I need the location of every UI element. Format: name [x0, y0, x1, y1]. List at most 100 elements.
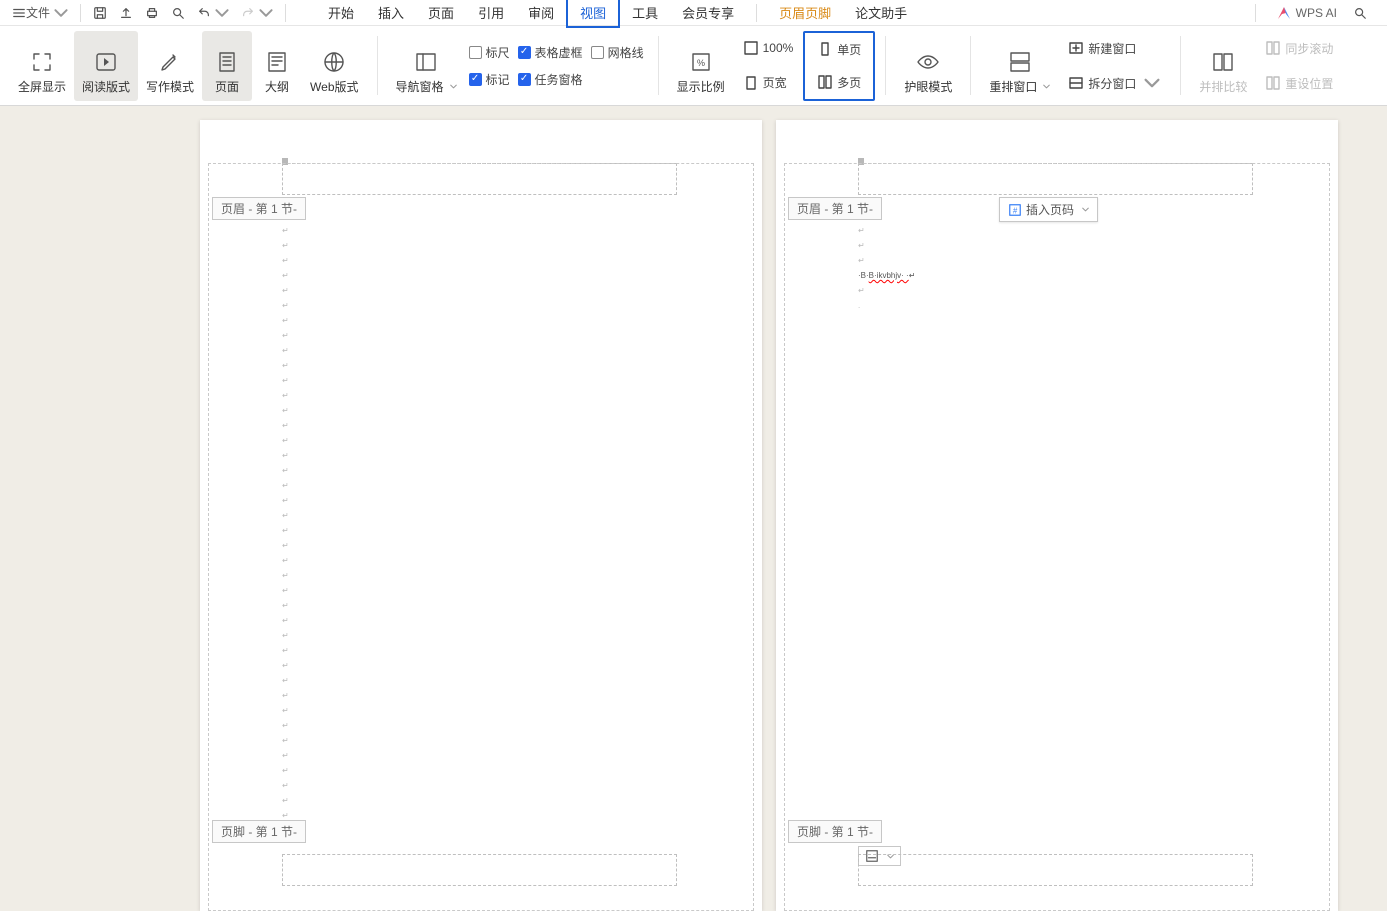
page-view-label: 页面: [215, 78, 239, 95]
nav-pane-icon: [414, 50, 438, 74]
tab-start[interactable]: 开始: [316, 0, 366, 26]
tab-thesis-helper[interactable]: 论文助手: [843, 0, 919, 26]
tab-bar: 开始 插入 页面 引用 审阅 视图 工具 会员专享 页眉页脚 论文助手: [316, 0, 919, 28]
multi-page-label: 多页: [837, 74, 861, 91]
new-window-label: 新建窗口: [1088, 40, 1136, 57]
document-page-2[interactable]: 页眉 - 第 1 节- # 插入页码 ↵ ↵ ↵ ↵ . ·B·B·ikvbhj…: [776, 120, 1338, 911]
rearrange-windows-button[interactable]: 重排窗口: [981, 31, 1058, 101]
file-label: 文件: [26, 4, 50, 21]
chevron-down-icon: [259, 6, 273, 20]
chevron-down-icon: [54, 6, 68, 20]
tab-view[interactable]: 视图: [566, 0, 620, 28]
redo-button[interactable]: [235, 3, 279, 23]
footer-area[interactable]: [858, 854, 1253, 886]
zoom-ratio-button[interactable]: % 显示比例: [669, 31, 733, 101]
web-view-button[interactable]: Web版式: [302, 31, 366, 101]
title-bar-right: WPS AI: [1245, 3, 1381, 23]
writing-mode-icon: [158, 50, 182, 74]
compare-options: 同步滚动 重设位置: [1255, 28, 1343, 104]
split-window-label: 拆分窗口: [1088, 75, 1136, 92]
window-options: 新建窗口 拆分窗口: [1058, 28, 1170, 104]
footer-section-tag: 页脚 - 第 1 节-: [212, 820, 306, 843]
wps-ai-button[interactable]: WPS AI: [1276, 5, 1337, 21]
new-window-button[interactable]: 新建窗口: [1062, 36, 1166, 61]
export-button[interactable]: [113, 3, 139, 23]
header-section-tag: 页眉 - 第 1 节-: [212, 197, 306, 220]
zoom-options-col1: 100% 页宽: [733, 28, 804, 103]
separator: [377, 36, 378, 95]
gridlines-label: 网格线: [608, 44, 644, 61]
reset-position-label: 重设位置: [1285, 75, 1333, 92]
group-zoom: % 显示比例 100% 页宽 单页 多页: [663, 30, 882, 101]
hundred-percent-button[interactable]: 100%: [737, 36, 800, 60]
split-window-button[interactable]: 拆分窗口: [1062, 71, 1166, 96]
separator: [1180, 36, 1181, 95]
ruler-checkbox[interactable]: 标尺: [469, 44, 510, 61]
reset-position-button: 重设位置: [1259, 71, 1339, 96]
search-icon: [1353, 6, 1367, 20]
rearrange-windows-label: 重排窗口: [989, 78, 1037, 95]
writing-mode-button[interactable]: 写作模式: [138, 31, 202, 101]
marks-checkbox[interactable]: 标记: [469, 71, 510, 88]
reset-position-icon: [1265, 75, 1281, 91]
page-width-button[interactable]: 页宽: [737, 70, 800, 95]
task-pane-checkbox[interactable]: 任务窗格: [518, 71, 583, 88]
undo-button[interactable]: [191, 3, 235, 23]
tab-insert[interactable]: 插入: [366, 0, 416, 26]
group-window: 重排窗口 新建窗口 拆分窗口: [975, 30, 1176, 101]
insert-page-number-button[interactable]: # 插入页码: [999, 197, 1098, 222]
sync-scroll-button: 同步滚动: [1259, 36, 1339, 61]
single-page-icon: [817, 41, 833, 57]
page-body-outline: [208, 163, 754, 911]
fullscreen-icon: [30, 50, 54, 74]
gridlines-checkbox[interactable]: 网格线: [591, 44, 644, 61]
multi-page-button[interactable]: 多页: [811, 70, 867, 95]
save-button[interactable]: [87, 3, 113, 23]
workspace: 页眉 - 第 1 节- ↵ ↵ ↵ ↵ ↵ ↵ ↵ ↵ ↵ ↵ ↵ ↵ ↵ ↵ …: [0, 106, 1387, 911]
marks-label: 标记: [486, 71, 510, 88]
fullscreen-label: 全屏显示: [18, 78, 66, 95]
web-icon: [322, 50, 346, 74]
tab-tools[interactable]: 工具: [620, 0, 670, 26]
outline-view-button[interactable]: 大纲: [252, 31, 302, 101]
zoom-icon: %: [689, 50, 713, 74]
separator: [970, 36, 971, 95]
page-view-button[interactable]: 页面: [202, 31, 252, 101]
menu-button[interactable]: 文件: [6, 1, 74, 24]
single-page-label: 单页: [837, 41, 861, 58]
tab-review[interactable]: 审阅: [516, 0, 566, 26]
sync-scroll-icon: [1265, 40, 1281, 56]
fullscreen-button[interactable]: 全屏显示: [10, 31, 74, 101]
reading-mode-icon: [94, 50, 118, 74]
tab-references[interactable]: 引用: [466, 0, 516, 26]
svg-text:#: #: [1013, 206, 1018, 215]
search-button[interactable]: [1347, 3, 1373, 23]
outline-icon: [265, 50, 289, 74]
insert-page-number-label: 插入页码: [1026, 201, 1074, 218]
reading-mode-button[interactable]: 阅读版式: [74, 31, 138, 101]
separator: [80, 4, 81, 22]
tab-page-layout[interactable]: 页面: [416, 0, 466, 26]
page-width-icon: [743, 75, 759, 91]
print-button[interactable]: [139, 3, 165, 23]
tab-member[interactable]: 会员专享: [670, 0, 746, 26]
eye-protection-button[interactable]: 护眼模式: [896, 31, 960, 101]
header-section-tag: 页眉 - 第 1 节-: [788, 197, 882, 220]
document-page-1[interactable]: 页眉 - 第 1 节- ↵ ↵ ↵ ↵ ↵ ↵ ↵ ↵ ↵ ↵ ↵ ↵ ↵ ↵ …: [200, 120, 762, 911]
tab-header-footer[interactable]: 页眉页脚: [767, 0, 843, 26]
paragraph-marks: ↵ ↵ ↵ ↵ .: [858, 223, 865, 313]
show-options-col1: 标尺 标记: [465, 36, 514, 96]
single-page-button[interactable]: 单页: [811, 37, 867, 62]
footer-area[interactable]: [282, 854, 677, 886]
outline-view-label: 大纲: [265, 78, 289, 95]
chevron-down-icon: [215, 6, 229, 20]
paragraph-marks: ↵ ↵ ↵ ↵ ↵ ↵ ↵ ↵ ↵ ↵ ↵ ↵ ↵ ↵ ↵ ↵ ↵ ↵ ↵ ↵ …: [282, 223, 289, 823]
separator: [756, 4, 757, 22]
nav-pane-button[interactable]: 导航窗格: [388, 31, 465, 101]
page-number-icon: #: [1008, 203, 1022, 217]
table-lines-checkbox[interactable]: 表格虚框: [518, 44, 583, 61]
page-count-options: 单页 多页: [803, 31, 875, 101]
wps-ai-label: WPS AI: [1296, 6, 1337, 20]
print-preview-button[interactable]: [165, 3, 191, 23]
side-by-side-button[interactable]: 并排比较: [1191, 31, 1255, 101]
